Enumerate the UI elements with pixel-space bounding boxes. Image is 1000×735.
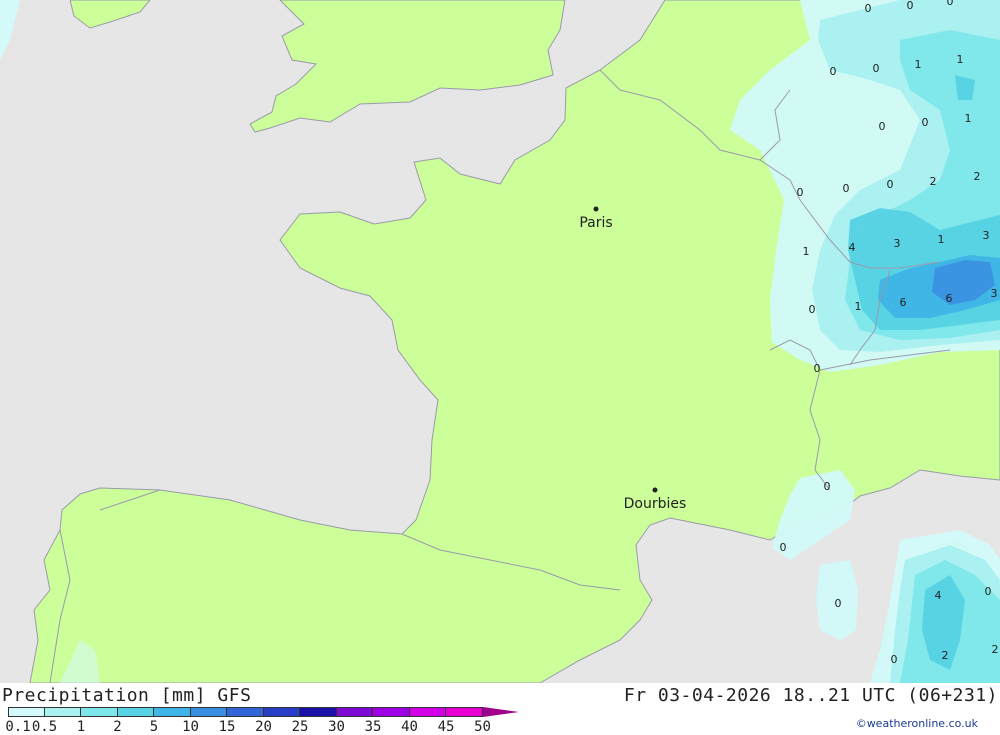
legend-footer: Precipitation [mm] GFS Fr 03-04-2026 18.… bbox=[0, 683, 1000, 735]
value-label: 1 bbox=[957, 53, 964, 66]
city-label: Paris bbox=[579, 215, 612, 231]
value-label: 3 bbox=[983, 229, 990, 242]
value-label: 0 bbox=[797, 186, 804, 199]
value-label: 0 bbox=[922, 116, 929, 129]
value-label: 1 bbox=[938, 233, 945, 246]
value-label: 0 bbox=[985, 585, 992, 598]
value-label: 4 bbox=[849, 241, 856, 254]
scale-swatch bbox=[409, 707, 446, 717]
credit-link[interactable]: ©weatheronline.co.uk bbox=[856, 717, 978, 730]
scale-swatch bbox=[300, 707, 337, 717]
value-label: 2 bbox=[974, 170, 981, 183]
scale-swatch bbox=[117, 707, 154, 717]
value-label: 0 bbox=[891, 653, 898, 666]
value-label: 0 bbox=[824, 480, 831, 493]
value-label: 6 bbox=[900, 296, 907, 309]
value-label: 0 bbox=[830, 65, 837, 78]
value-label: 0 bbox=[873, 62, 880, 75]
value-label: 6 bbox=[946, 292, 953, 305]
scale-swatch bbox=[81, 707, 118, 717]
scale-arrow bbox=[482, 707, 519, 717]
run-info: Fr 03-04-2026 18..21 UTC (06+231) bbox=[623, 685, 998, 706]
scale-swatch bbox=[227, 707, 264, 717]
scale-swatch bbox=[8, 707, 45, 717]
scale-swatch bbox=[446, 707, 483, 717]
city-marker bbox=[652, 487, 658, 493]
color-scale bbox=[8, 707, 519, 717]
value-label: 0 bbox=[835, 597, 842, 610]
scale-swatch bbox=[336, 707, 373, 717]
value-label: 3 bbox=[894, 237, 901, 250]
value-label: 0 bbox=[809, 303, 816, 316]
precipitation-map[interactable]: Paris Dourbies 0 0 0 0 1 1 0 0 1 0 0 0 2… bbox=[0, 0, 1000, 684]
value-label: 0 bbox=[879, 120, 886, 133]
value-label: 0 bbox=[907, 0, 914, 12]
value-label: 2 bbox=[930, 175, 937, 188]
value-label: 0 bbox=[843, 182, 850, 195]
value-label: 0 bbox=[947, 0, 954, 8]
scale-ticks: 0.1 0.5 1 2 5 10 15 20 25 30 35 40 45 50 bbox=[0, 719, 560, 735]
scale-swatch bbox=[44, 707, 81, 717]
value-label: 2 bbox=[942, 649, 949, 662]
value-label: 0 bbox=[780, 541, 787, 554]
value-label: 3 bbox=[991, 287, 998, 300]
scale-swatch bbox=[373, 707, 410, 717]
value-label: 2 bbox=[992, 643, 999, 656]
value-label: 0 bbox=[887, 178, 894, 191]
value-label: 1 bbox=[803, 245, 810, 258]
value-label: 1 bbox=[965, 112, 972, 125]
scale-swatch bbox=[190, 707, 227, 717]
legend-title: Precipitation [mm] GFS bbox=[2, 685, 252, 706]
city-marker bbox=[593, 206, 599, 212]
value-label: 0 bbox=[865, 2, 872, 15]
scale-swatch bbox=[154, 707, 191, 717]
value-label: 4 bbox=[935, 589, 942, 602]
value-label: 1 bbox=[855, 300, 862, 313]
value-label: 0 bbox=[814, 362, 821, 375]
city-label: Dourbies bbox=[624, 496, 687, 512]
scale-swatch bbox=[263, 707, 300, 717]
value-label: 1 bbox=[915, 58, 922, 71]
